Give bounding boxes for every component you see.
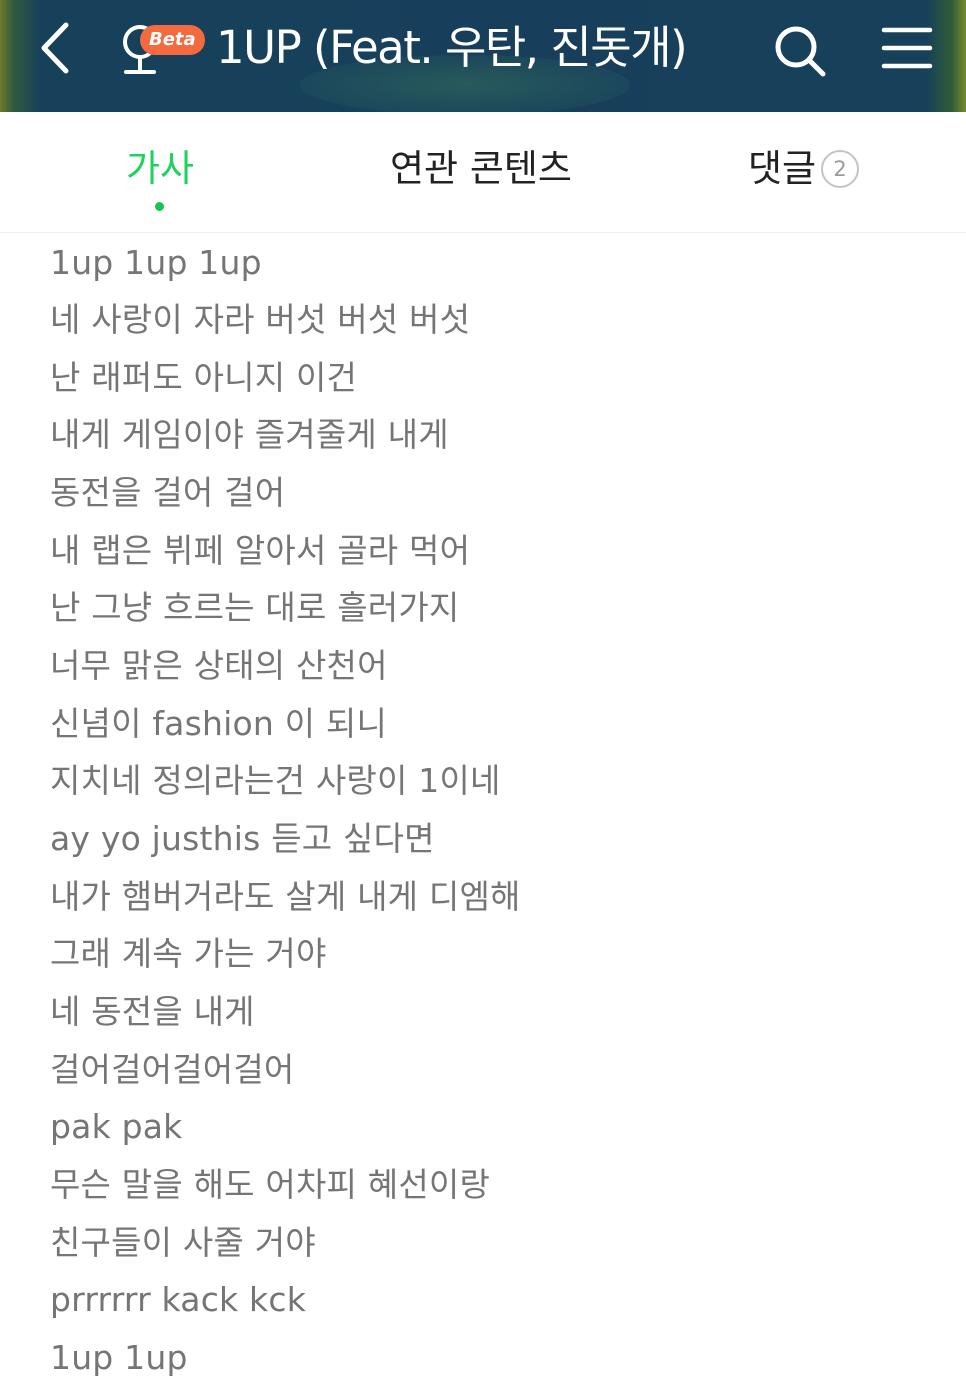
lyric-line: 내 랩은 뷔페 알아서 골라 먹어 bbox=[50, 531, 471, 570]
lyric-line: 1up 1up bbox=[50, 1338, 188, 1377]
hamburger-menu-icon bbox=[881, 27, 933, 69]
search-icon bbox=[775, 26, 826, 77]
lyric-line: 네 동전을 내게 bbox=[50, 992, 255, 1031]
search-button[interactable] bbox=[770, 20, 832, 82]
lyric-line: 난 그냥 흐르는 대로 흘러가지 bbox=[50, 588, 460, 627]
menu-button[interactable] bbox=[876, 22, 936, 74]
lyric-line: 친구들이 사줄 거야 bbox=[50, 1223, 316, 1262]
lyric-line: 1up 1up 1up bbox=[50, 243, 262, 282]
comment-count-badge: 2 bbox=[821, 150, 859, 188]
tab-lyrics[interactable]: 가사 bbox=[100, 112, 220, 232]
lyric-line: 난 래퍼도 아니지 이건 bbox=[50, 358, 358, 397]
song-title: 1UP (Feat. 우탄, 진돗개) bbox=[216, 21, 688, 74]
lyric-line: prrrrrr kack kck bbox=[50, 1280, 307, 1319]
voice-search-button[interactable]: Beta bbox=[112, 20, 210, 80]
lyric-line: 너무 맑은 상태의 산천어 bbox=[50, 646, 388, 685]
tab-related-content-label: 연관 콘텐츠 bbox=[390, 147, 572, 190]
back-button[interactable] bbox=[30, 18, 86, 78]
lyric-line: 내게 게임이야 즐겨줄게 내게 bbox=[50, 415, 449, 454]
top-bar: Beta 1UP (Feat. 우탄, 진돗개) bbox=[0, 0, 966, 112]
lyric-line: 걸어걸어걸어걸어 bbox=[50, 1050, 295, 1089]
lyric-line: 무슨 말을 해도 어차피 혜선이랑 bbox=[50, 1165, 491, 1204]
tab-comments-label: 댓글 bbox=[748, 147, 817, 190]
tab-lyrics-label: 가사 bbox=[126, 147, 195, 190]
beta-badge: Beta bbox=[140, 25, 205, 55]
tab-comments[interactable]: 댓글 2 bbox=[720, 112, 890, 232]
lyric-line: 신념이 fashion 이 되니 bbox=[50, 704, 388, 743]
active-tab-indicator bbox=[155, 202, 164, 211]
lyric-line: 지치네 정의라는건 사랑이 1이네 bbox=[50, 761, 501, 800]
lyric-line: 그래 계속 가는 거야 bbox=[50, 934, 327, 973]
lyric-line: 동전을 걸어 걸어 bbox=[50, 473, 286, 512]
lyrics-body[interactable]: 1up 1up 1up 네 사랑이 자라 버섯 버섯 버섯 난 래퍼도 아니지 … bbox=[0, 233, 966, 1394]
lyric-line: ay yo justhis 듣고 싶다면 bbox=[50, 819, 435, 858]
tab-bar: 가사 연관 콘텐츠 댓글 2 bbox=[0, 112, 966, 233]
lyric-line: 내가 햄버거라도 살게 내게 디엠해 bbox=[50, 877, 521, 916]
lyric-line: 네 사랑이 자라 버섯 버섯 버섯 bbox=[50, 300, 471, 339]
tab-related-content[interactable]: 연관 콘텐츠 bbox=[370, 112, 610, 232]
chevron-left-icon bbox=[41, 22, 69, 74]
lyric-line: pak pak bbox=[50, 1107, 183, 1146]
